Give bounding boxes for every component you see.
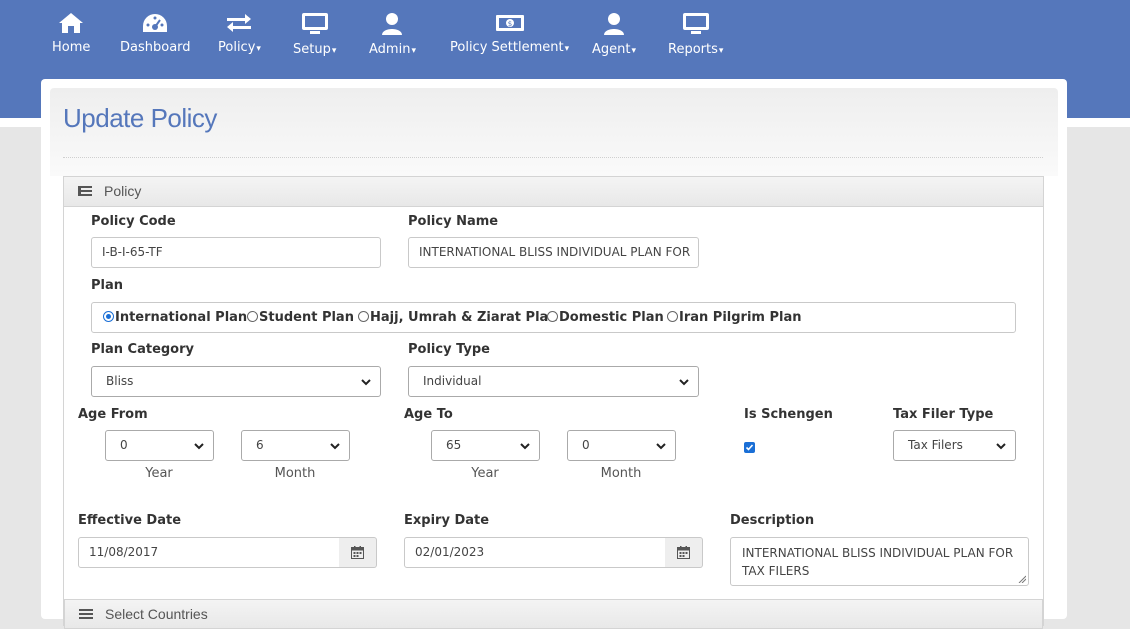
chevron-down-icon [330,443,340,450]
age-to-month-select[interactable]: 0 [567,430,676,461]
radio-selected[interactable] [103,311,114,322]
description-label: Description [730,513,815,528]
section-title: Policy [104,183,142,199]
chevron-down-icon: ▾ [256,44,261,54]
is-schengen-label: Is Schengen [744,407,833,422]
chevron-down-icon: ▾ [564,44,570,54]
nav-agent-label: Agent [592,42,631,57]
chevron-down-icon: ▾ [718,46,724,56]
policy-code-input[interactable]: I-B-I-65-TF [91,237,381,268]
nav-policy-settlement-label: Policy Settlement [450,40,564,55]
expiry-date-input[interactable]: 02/01/2023 [404,537,666,568]
plan-option-hajj[interactable]: Hajj, Umrah & Ziarat Plan [358,310,558,325]
radio-unselected[interactable] [667,311,678,322]
nav-setup-label: Setup [293,42,331,57]
age-to-year-select[interactable]: 65 [431,430,540,461]
radio-unselected[interactable] [358,311,369,322]
chevron-down-icon: ▾ [631,46,637,56]
tax-filer-type-select[interactable]: Tax Filers [893,430,1016,461]
section-title: Select Countries [105,606,208,622]
nav-home-label: Home [52,40,91,55]
radio-unselected[interactable] [247,311,258,322]
effective-date-picker-button[interactable] [339,537,377,568]
nav-setup[interactable]: Setup▾ [293,12,336,57]
user-icon [382,13,403,35]
policy-section-header: Policy [64,177,1043,207]
plan-option-domestic[interactable]: Domestic Plan [547,310,664,325]
plan-option-iran-pilgrim[interactable]: Iran Pilgrim Plan [667,310,802,325]
policy-name-input[interactable]: INTERNATIONAL BLISS INDIVIDUAL PLAN FOR [408,237,699,268]
list-icon [78,186,92,196]
nav-reports[interactable]: Reports▾ [668,12,723,57]
chevron-down-icon: ▾ [331,46,337,56]
expiry-date-label: Expiry Date [404,513,490,528]
money-icon: $ [495,15,524,31]
effective-date-label: Effective Date [78,513,182,528]
chevron-down-icon: ▾ [411,46,416,56]
policy-code-label: Policy Code [91,214,176,229]
transfer-icon [227,14,252,32]
policy-type-select[interactable]: Individual [408,366,699,397]
user-icon [604,13,624,35]
effective-date-input[interactable]: 11/08/2017 [78,537,340,568]
divider [63,157,1043,158]
is-schengen-checkbox[interactable] [744,442,755,453]
home-icon [59,13,84,33]
nav-admin-label: Admin [369,42,411,57]
dashboard-icon [143,14,168,32]
svg-text:$: $ [507,20,511,28]
chevron-down-icon [996,443,1006,450]
nav-policy-label: Policy [218,40,256,55]
month-caption: Month [600,466,642,481]
age-from-month-select[interactable]: 6 [241,430,350,461]
nav-dashboard[interactable]: Dashboard [120,12,191,55]
monitor-icon [301,13,328,34]
plan-option-international[interactable]: International Plan [103,310,247,325]
plan-category-select[interactable]: Bliss [91,366,381,397]
age-from-year-select[interactable]: 0 [105,430,214,461]
policy-type-label: Policy Type [408,342,490,357]
nav-admin[interactable]: Admin▾ [369,12,416,57]
select-countries-section-header[interactable]: Select Countries [64,599,1043,629]
calendar-icon [677,546,690,559]
radio-unselected[interactable] [547,311,558,322]
calendar-icon [351,546,364,559]
plan-category-label: Plan Category [91,342,195,357]
description-textarea[interactable]: INTERNATIONAL BLISS INDIVIDUAL PLAN FOR … [730,537,1029,586]
policy-name-label: Policy Name [408,214,499,229]
nav-policy[interactable]: Policy▾ [218,12,261,55]
age-from-label: Age From [78,407,148,422]
tax-filer-type-label: Tax Filer Type [893,407,994,422]
plan-radio-group: International Plan Student Plan Hajj, Um… [91,302,1016,333]
nav-dashboard-label: Dashboard [120,40,191,55]
monitor-icon [682,13,709,34]
nav-reports-label: Reports [668,42,718,57]
chevron-down-icon [679,379,689,386]
plan-label: Plan [91,278,124,293]
month-caption: Month [274,466,316,481]
page-title: Update Policy [63,103,217,133]
year-caption: Year [471,466,499,481]
nav-home[interactable]: Home [52,12,90,55]
chevron-down-icon [194,443,204,450]
age-to-label: Age To [404,407,453,422]
nav-policy-settlement[interactable]: $ Policy Settlement▾ [450,12,569,55]
year-caption: Year [145,466,173,481]
check-icon [745,444,754,451]
chevron-down-icon [656,443,666,450]
chevron-down-icon [520,443,530,450]
nav-agent[interactable]: Agent▾ [592,12,636,57]
expiry-date-picker-button[interactable] [665,537,703,568]
resize-grip-icon[interactable] [1018,575,1026,583]
chevron-down-icon [361,379,371,386]
plan-option-student[interactable]: Student Plan [247,310,354,325]
